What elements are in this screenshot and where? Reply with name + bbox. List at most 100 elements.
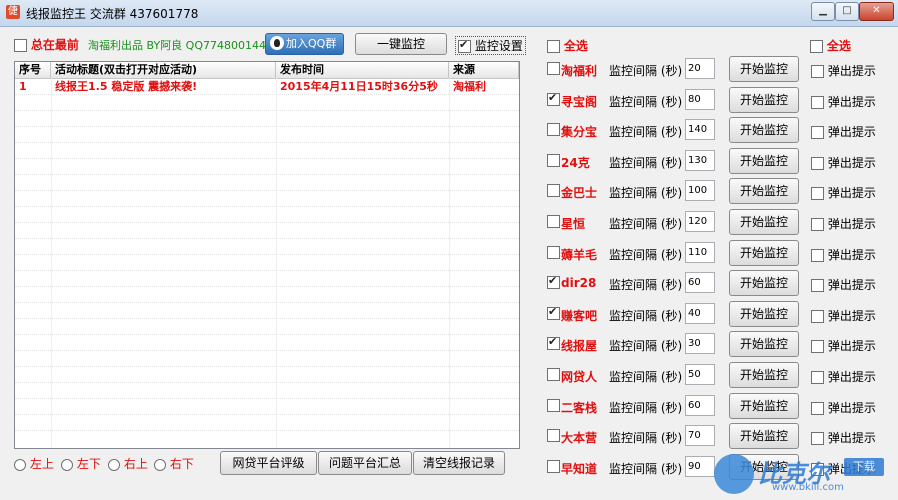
select-all-right-check-icon[interactable] bbox=[810, 40, 823, 53]
popup-check-icon[interactable] bbox=[811, 249, 824, 262]
interval-input[interactable]: 60 bbox=[685, 272, 715, 293]
interval-input[interactable]: 120 bbox=[685, 211, 715, 232]
platform-enable-checkbox[interactable] bbox=[547, 246, 560, 259]
popup-check-icon[interactable] bbox=[811, 279, 824, 292]
minimize-button[interactable]: ▁ bbox=[811, 2, 835, 21]
activity-list[interactable]: 序号 活动标题(双击打开对应活动) 发布时间 来源 1 线报王1.5 稳定版 震… bbox=[14, 61, 520, 449]
start-monitor-button[interactable]: 开始监控 bbox=[729, 117, 799, 143]
popup-checkbox[interactable]: 弹出提示 bbox=[811, 368, 876, 385]
table-row[interactable]: 1 线报王1.5 稳定版 震撼来袭! 2015年4月11日15时36分5秒 淘福… bbox=[15, 79, 519, 95]
start-monitor-button[interactable]: 开始监控 bbox=[729, 362, 799, 388]
interval-input[interactable]: 30 bbox=[685, 333, 715, 354]
select-all-left-check-icon[interactable] bbox=[547, 40, 560, 53]
platform-enable-checkbox[interactable] bbox=[547, 429, 560, 442]
col-header-source[interactable]: 来源 bbox=[449, 62, 519, 78]
platform-enable-checkbox[interactable] bbox=[547, 62, 560, 75]
interval-input[interactable]: 80 bbox=[685, 89, 715, 110]
empty-row bbox=[15, 143, 519, 159]
popup-check-icon[interactable] bbox=[811, 157, 824, 170]
popup-check-icon[interactable] bbox=[811, 432, 824, 445]
interval-input[interactable]: 140 bbox=[685, 119, 715, 140]
start-monitor-button[interactable]: 开始监控 bbox=[729, 178, 799, 204]
popup-checkbox[interactable]: 弹出提示 bbox=[811, 399, 876, 416]
platform-enable-checkbox[interactable] bbox=[547, 368, 560, 381]
popup-check-icon[interactable] bbox=[811, 371, 824, 384]
start-monitor-button[interactable]: 开始监控 bbox=[729, 270, 799, 296]
radio-bottom-left[interactable]: 左下 bbox=[61, 455, 101, 472]
always-on-top-check-icon[interactable] bbox=[14, 39, 27, 52]
start-monitor-button[interactable]: 开始监控 bbox=[729, 148, 799, 174]
close-button[interactable]: ✕ bbox=[859, 2, 894, 21]
join-qq-group-button[interactable]: 加入QQ群 bbox=[265, 33, 344, 55]
select-all-left[interactable]: 全选 bbox=[547, 37, 588, 54]
interval-input[interactable]: 100 bbox=[685, 180, 715, 201]
select-all-right[interactable]: 全选 bbox=[810, 37, 851, 54]
start-monitor-button[interactable]: 开始监控 bbox=[729, 56, 799, 82]
popup-checkbox[interactable]: 弹出提示 bbox=[811, 429, 876, 446]
interval-label: 监控间隔 (秒) bbox=[609, 186, 683, 200]
monitor-settings-checkbox[interactable]: 监控设置 bbox=[455, 36, 526, 55]
popup-check-icon[interactable] bbox=[811, 218, 824, 231]
interval-input[interactable]: 110 bbox=[685, 242, 715, 263]
popup-check-icon[interactable] bbox=[811, 96, 824, 109]
interval-input[interactable]: 20 bbox=[685, 58, 715, 79]
popup-check-icon[interactable] bbox=[811, 402, 824, 415]
platform-enable-checkbox[interactable] bbox=[547, 91, 560, 106]
interval-input[interactable]: 60 bbox=[685, 395, 715, 416]
clear-records-button[interactable]: 清空线报记录 bbox=[413, 451, 505, 475]
start-monitor-button[interactable]: 开始监控 bbox=[729, 423, 799, 449]
popup-check-icon[interactable] bbox=[811, 310, 824, 323]
interval-input[interactable]: 130 bbox=[685, 150, 715, 171]
platform-enable-checkbox[interactable] bbox=[547, 305, 560, 320]
interval-input[interactable]: 40 bbox=[685, 303, 715, 324]
interval-input[interactable]: 50 bbox=[685, 364, 715, 385]
popup-checkbox[interactable]: 弹出提示 bbox=[811, 184, 876, 201]
popup-checkbox[interactable]: 弹出提示 bbox=[811, 93, 876, 110]
popup-check-icon[interactable] bbox=[811, 340, 824, 353]
start-monitor-button[interactable]: 开始监控 bbox=[729, 87, 799, 113]
start-monitor-button[interactable]: 开始监控 bbox=[729, 393, 799, 419]
popup-checkbox[interactable]: 弹出提示 bbox=[811, 307, 876, 324]
platform-enable-checkbox[interactable] bbox=[547, 123, 560, 136]
popup-check-icon[interactable] bbox=[811, 126, 824, 139]
radio-circle-icon[interactable] bbox=[154, 458, 166, 471]
col-header-title[interactable]: 活动标题(双击打开对应活动) bbox=[51, 62, 276, 78]
platform-enable-checkbox[interactable] bbox=[547, 335, 560, 350]
popup-checkbox[interactable]: 弹出提示 bbox=[811, 246, 876, 263]
always-on-top-checkbox[interactable]: 总在最前 bbox=[14, 36, 79, 53]
one-click-monitor-button[interactable]: 一键监控 bbox=[355, 33, 447, 55]
start-monitor-button[interactable]: 开始监控 bbox=[729, 240, 799, 266]
popup-checkbox[interactable]: 弹出提示 bbox=[811, 154, 876, 171]
platform-rating-button[interactable]: 网贷平台评级 bbox=[220, 451, 317, 475]
popup-check-icon[interactable] bbox=[811, 187, 824, 200]
platform-enable-checkbox[interactable] bbox=[547, 399, 560, 412]
radio-circle-icon[interactable] bbox=[108, 458, 120, 471]
col-header-time[interactable]: 发布时间 bbox=[276, 62, 449, 78]
interval-input[interactable]: 90 bbox=[685, 456, 715, 477]
popup-checkbox[interactable]: 弹出提示 bbox=[811, 276, 876, 293]
interval-input[interactable]: 70 bbox=[685, 425, 715, 446]
popup-check-icon[interactable] bbox=[811, 65, 824, 78]
start-monitor-button[interactable]: 开始监控 bbox=[729, 331, 799, 357]
popup-checkbox[interactable]: 弹出提示 bbox=[811, 337, 876, 354]
popup-checkbox[interactable]: 弹出提示 bbox=[811, 62, 876, 79]
radio-circle-icon[interactable] bbox=[14, 458, 26, 471]
platform-enable-checkbox[interactable] bbox=[547, 274, 560, 289]
popup-checkbox[interactable]: 弹出提示 bbox=[811, 123, 876, 140]
platform-enable-checkbox[interactable] bbox=[547, 154, 560, 167]
platform-enable-checkbox[interactable] bbox=[547, 184, 560, 197]
radio-top-right[interactable]: 右上 bbox=[108, 455, 148, 472]
monitor-settings-check-icon[interactable] bbox=[458, 38, 471, 53]
platform-row: 线报屋监控间隔 (秒)30 开始监控 弹出提示 bbox=[547, 331, 877, 359]
platform-enable-checkbox[interactable] bbox=[547, 215, 560, 228]
start-monitor-button[interactable]: 开始监控 bbox=[729, 301, 799, 327]
radio-circle-icon[interactable] bbox=[61, 458, 73, 471]
problem-platform-summary-button[interactable]: 问题平台汇总 bbox=[318, 451, 412, 475]
radio-bottom-right[interactable]: 右下 bbox=[154, 455, 194, 472]
popup-checkbox[interactable]: 弹出提示 bbox=[811, 215, 876, 232]
col-header-no[interactable]: 序号 bbox=[15, 62, 51, 78]
radio-top-left[interactable]: 左上 bbox=[14, 455, 54, 472]
start-monitor-button[interactable]: 开始监控 bbox=[729, 209, 799, 235]
maximize-button[interactable]: □ bbox=[835, 2, 859, 21]
platform-enable-checkbox[interactable] bbox=[547, 460, 560, 473]
